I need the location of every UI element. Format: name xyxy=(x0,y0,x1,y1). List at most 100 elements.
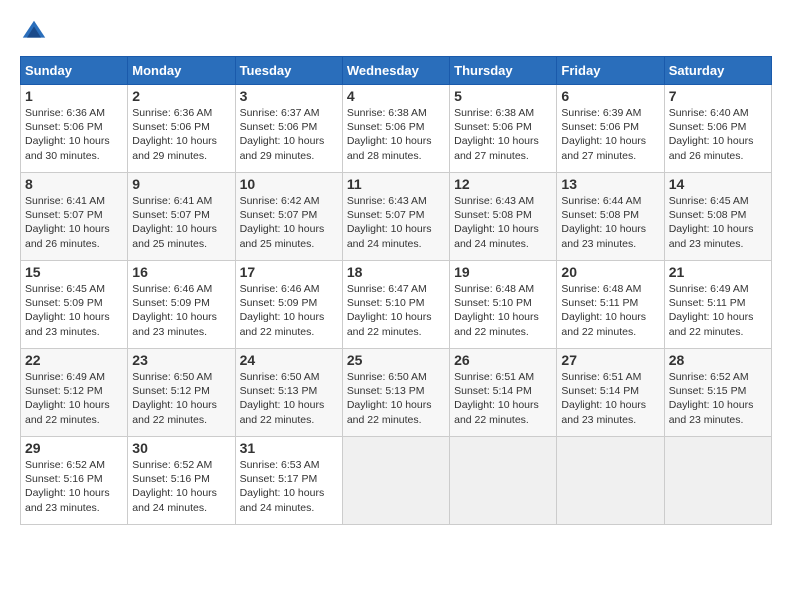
day-info: Sunrise: 6:37 AM Sunset: 5:06 PM Dayligh… xyxy=(240,106,338,163)
calendar-cell: 1 Sunrise: 6:36 AM Sunset: 5:06 PM Daylig… xyxy=(21,85,128,173)
calendar-cell: 20Sunrise: 6:48 AM Sunset: 5:11 PM Dayli… xyxy=(557,261,664,349)
day-info: Sunrise: 6:51 AM Sunset: 5:14 PM Dayligh… xyxy=(561,370,659,427)
day-info: Sunrise: 6:45 AM Sunset: 5:09 PM Dayligh… xyxy=(25,282,123,339)
day-number: 29 xyxy=(25,440,123,456)
calendar-cell: 21 Sunrise: 6:49 AM Sunset: 5:11 PM Dayli… xyxy=(664,261,771,349)
weekday-header-monday: Monday xyxy=(128,57,235,85)
calendar-week-5: 29 Sunrise: 6:52 AM Sunset: 5:16 PM Dayli… xyxy=(21,437,772,525)
day-number: 30 xyxy=(132,440,230,456)
calendar-cell: 5Sunrise: 6:38 AM Sunset: 5:06 PM Daylig… xyxy=(450,85,557,173)
day-number: 13 xyxy=(561,176,659,192)
day-number: 7 xyxy=(669,88,767,104)
calendar-cell xyxy=(664,437,771,525)
calendar-cell xyxy=(557,437,664,525)
day-info: Sunrise: 6:47 AM Sunset: 5:10 PM Dayligh… xyxy=(347,282,445,339)
day-number: 3 xyxy=(240,88,338,104)
calendar-cell: 22 Sunrise: 6:49 AM Sunset: 5:12 PM Dayli… xyxy=(21,349,128,437)
calendar-cell: 7 Sunrise: 6:40 AM Sunset: 5:06 PM Daylig… xyxy=(664,85,771,173)
day-number: 1 xyxy=(25,88,123,104)
day-info: Sunrise: 6:45 AM Sunset: 5:08 PM Dayligh… xyxy=(669,194,767,251)
logo-icon xyxy=(20,18,48,46)
calendar-cell: 10Sunrise: 6:42 AM Sunset: 5:07 PM Dayli… xyxy=(235,173,342,261)
weekday-header-wednesday: Wednesday xyxy=(342,57,449,85)
day-info: Sunrise: 6:36 AM Sunset: 5:06 PM Dayligh… xyxy=(25,106,123,163)
day-number: 21 xyxy=(669,264,767,280)
weekday-header-saturday: Saturday xyxy=(664,57,771,85)
day-number: 17 xyxy=(240,264,338,280)
day-number: 9 xyxy=(132,176,230,192)
calendar-cell: 27 Sunrise: 6:51 AM Sunset: 5:14 PM Dayli… xyxy=(557,349,664,437)
day-info: Sunrise: 6:49 AM Sunset: 5:12 PM Dayligh… xyxy=(25,370,123,427)
calendar-week-3: 15 Sunrise: 6:45 AM Sunset: 5:09 PM Dayli… xyxy=(21,261,772,349)
day-info: Sunrise: 6:36 AM Sunset: 5:06 PM Dayligh… xyxy=(132,106,230,163)
day-info: Sunrise: 6:52 AM Sunset: 5:15 PM Dayligh… xyxy=(669,370,767,427)
day-number: 16 xyxy=(132,264,230,280)
day-info: Sunrise: 6:51 AM Sunset: 5:14 PM Dayligh… xyxy=(454,370,552,427)
calendar-week-4: 22 Sunrise: 6:49 AM Sunset: 5:12 PM Dayli… xyxy=(21,349,772,437)
page: SundayMondayTuesdayWednesdayThursdayFrid… xyxy=(0,0,792,612)
day-number: 23 xyxy=(132,352,230,368)
calendar-cell: 15 Sunrise: 6:45 AM Sunset: 5:09 PM Dayli… xyxy=(21,261,128,349)
day-number: 25 xyxy=(347,352,445,368)
day-number: 15 xyxy=(25,264,123,280)
header xyxy=(20,18,772,46)
day-info: Sunrise: 6:41 AM Sunset: 5:07 PM Dayligh… xyxy=(25,194,123,251)
day-info: Sunrise: 6:40 AM Sunset: 5:06 PM Dayligh… xyxy=(669,106,767,163)
day-number: 31 xyxy=(240,440,338,456)
calendar-cell: 16Sunrise: 6:46 AM Sunset: 5:09 PM Dayli… xyxy=(128,261,235,349)
weekday-header-friday: Friday xyxy=(557,57,664,85)
day-number: 5 xyxy=(454,88,552,104)
day-number: 14 xyxy=(669,176,767,192)
day-info: Sunrise: 6:43 AM Sunset: 5:08 PM Dayligh… xyxy=(454,194,552,251)
day-info: Sunrise: 6:44 AM Sunset: 5:08 PM Dayligh… xyxy=(561,194,659,251)
day-number: 22 xyxy=(25,352,123,368)
weekday-header-row: SundayMondayTuesdayWednesdayThursdayFrid… xyxy=(21,57,772,85)
day-info: Sunrise: 6:39 AM Sunset: 5:06 PM Dayligh… xyxy=(561,106,659,163)
day-number: 8 xyxy=(25,176,123,192)
calendar-table: SundayMondayTuesdayWednesdayThursdayFrid… xyxy=(20,56,772,525)
day-number: 12 xyxy=(454,176,552,192)
weekday-header-thursday: Thursday xyxy=(450,57,557,85)
weekday-header-sunday: Sunday xyxy=(21,57,128,85)
calendar-cell: 11 Sunrise: 6:43 AM Sunset: 5:07 PM Dayli… xyxy=(342,173,449,261)
calendar-cell: 18 Sunrise: 6:47 AM Sunset: 5:10 PM Dayli… xyxy=(342,261,449,349)
day-info: Sunrise: 6:50 AM Sunset: 5:13 PM Dayligh… xyxy=(240,370,338,427)
calendar-cell: 9 Sunrise: 6:41 AM Sunset: 5:07 PM Daylig… xyxy=(128,173,235,261)
calendar-cell: 19Sunrise: 6:48 AM Sunset: 5:10 PM Dayli… xyxy=(450,261,557,349)
calendar-cell: 24Sunrise: 6:50 AM Sunset: 5:13 PM Dayli… xyxy=(235,349,342,437)
logo xyxy=(20,18,50,46)
day-info: Sunrise: 6:41 AM Sunset: 5:07 PM Dayligh… xyxy=(132,194,230,251)
day-info: Sunrise: 6:38 AM Sunset: 5:06 PM Dayligh… xyxy=(347,106,445,163)
day-info: Sunrise: 6:52 AM Sunset: 5:16 PM Dayligh… xyxy=(25,458,123,515)
day-info: Sunrise: 6:52 AM Sunset: 5:16 PM Dayligh… xyxy=(132,458,230,515)
calendar-cell xyxy=(450,437,557,525)
day-info: Sunrise: 6:43 AM Sunset: 5:07 PM Dayligh… xyxy=(347,194,445,251)
calendar-cell xyxy=(342,437,449,525)
calendar-cell: 8 Sunrise: 6:41 AM Sunset: 5:07 PM Daylig… xyxy=(21,173,128,261)
calendar-cell: 23 Sunrise: 6:50 AM Sunset: 5:12 PM Dayli… xyxy=(128,349,235,437)
day-info: Sunrise: 6:53 AM Sunset: 5:17 PM Dayligh… xyxy=(240,458,338,515)
day-info: Sunrise: 6:48 AM Sunset: 5:10 PM Dayligh… xyxy=(454,282,552,339)
calendar-cell: 6Sunrise: 6:39 AM Sunset: 5:06 PM Daylig… xyxy=(557,85,664,173)
day-number: 26 xyxy=(454,352,552,368)
weekday-header-tuesday: Tuesday xyxy=(235,57,342,85)
calendar-week-1: 1 Sunrise: 6:36 AM Sunset: 5:06 PM Daylig… xyxy=(21,85,772,173)
calendar-cell: 17 Sunrise: 6:46 AM Sunset: 5:09 PM Dayli… xyxy=(235,261,342,349)
day-number: 18 xyxy=(347,264,445,280)
calendar-cell: 26 Sunrise: 6:51 AM Sunset: 5:14 PM Dayli… xyxy=(450,349,557,437)
day-number: 10 xyxy=(240,176,338,192)
day-number: 11 xyxy=(347,176,445,192)
day-number: 2 xyxy=(132,88,230,104)
calendar-cell: 29 Sunrise: 6:52 AM Sunset: 5:16 PM Dayli… xyxy=(21,437,128,525)
calendar-cell: 25 Sunrise: 6:50 AM Sunset: 5:13 PM Dayli… xyxy=(342,349,449,437)
day-number: 27 xyxy=(561,352,659,368)
calendar-cell: 13 Sunrise: 6:44 AM Sunset: 5:08 PM Dayli… xyxy=(557,173,664,261)
day-info: Sunrise: 6:50 AM Sunset: 5:13 PM Dayligh… xyxy=(347,370,445,427)
day-info: Sunrise: 6:49 AM Sunset: 5:11 PM Dayligh… xyxy=(669,282,767,339)
day-info: Sunrise: 6:50 AM Sunset: 5:12 PM Dayligh… xyxy=(132,370,230,427)
calendar-cell: 3 Sunrise: 6:37 AM Sunset: 5:06 PM Daylig… xyxy=(235,85,342,173)
day-info: Sunrise: 6:46 AM Sunset: 5:09 PM Dayligh… xyxy=(240,282,338,339)
day-number: 4 xyxy=(347,88,445,104)
day-info: Sunrise: 6:48 AM Sunset: 5:11 PM Dayligh… xyxy=(561,282,659,339)
calendar-week-2: 8 Sunrise: 6:41 AM Sunset: 5:07 PM Daylig… xyxy=(21,173,772,261)
